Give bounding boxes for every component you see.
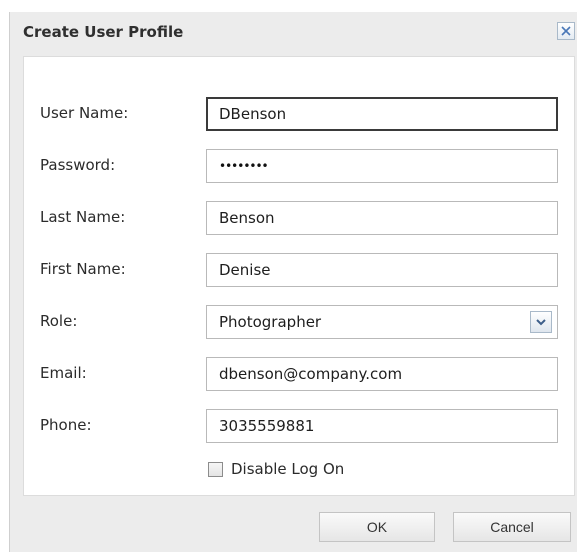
disable-logon-checkbox[interactable]: [208, 461, 223, 477]
password-label: Password:: [40, 156, 116, 174]
email-label: Email:: [40, 364, 87, 382]
role-select[interactable]: Photographer: [206, 305, 558, 339]
close-icon: [561, 26, 571, 36]
role-dropdown-button[interactable]: [530, 311, 552, 333]
cancel-button[interactable]: Cancel: [453, 512, 571, 542]
email-input[interactable]: [206, 357, 558, 391]
disable-logon-option[interactable]: Disable Log On: [208, 460, 344, 478]
username-label: User Name:: [40, 104, 129, 122]
phone-label: Phone:: [40, 416, 92, 434]
role-select-value: Photographer: [219, 313, 322, 331]
last-name-input[interactable]: [206, 201, 558, 235]
create-user-profile-dialog: Create User Profile User Name: Password:…: [9, 12, 577, 552]
first-name-input[interactable]: [206, 253, 558, 287]
phone-input[interactable]: [206, 409, 558, 443]
username-input[interactable]: [206, 97, 558, 131]
password-input[interactable]: ••••••••: [206, 149, 558, 183]
password-mask: ••••••••: [219, 159, 269, 173]
dialog-titlebar: Create User Profile: [10, 12, 577, 52]
last-name-label: Last Name:: [40, 208, 126, 226]
first-name-label: First Name:: [40, 260, 126, 278]
form-panel: User Name: Password: •••••••• Last Name:…: [23, 56, 575, 496]
role-label: Role:: [40, 312, 78, 330]
chevron-down-icon: [536, 319, 546, 326]
ok-button[interactable]: OK: [319, 512, 435, 542]
dialog-title: Create User Profile: [23, 23, 184, 41]
close-button[interactable]: [557, 22, 575, 40]
disable-logon-label: Disable Log On: [231, 460, 345, 478]
